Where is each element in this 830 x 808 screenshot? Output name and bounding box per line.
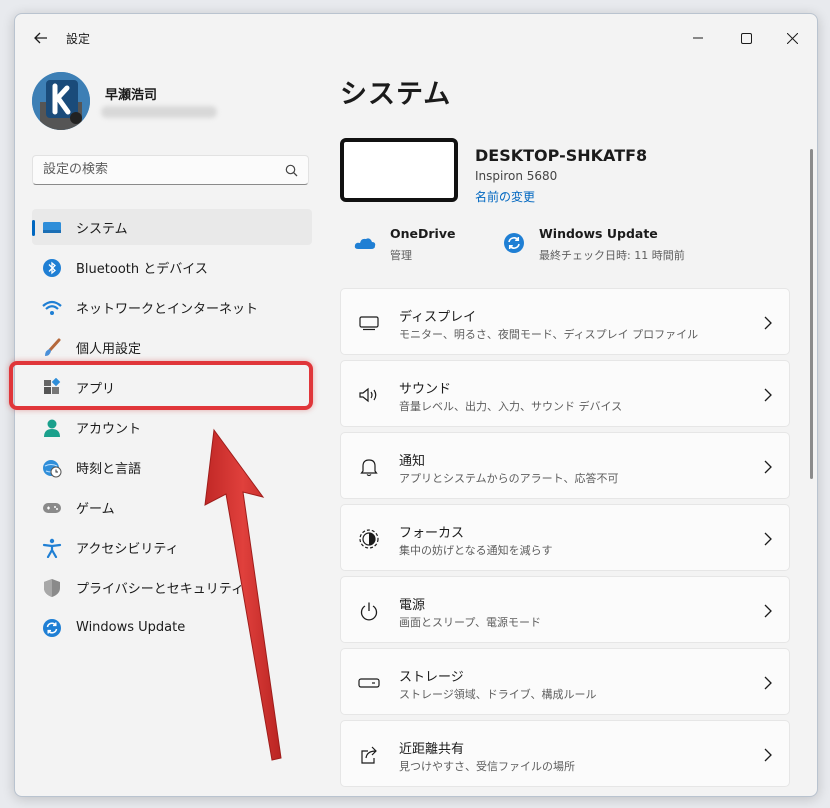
bluetooth-icon bbox=[42, 258, 62, 278]
card-title: ディスプレイ bbox=[399, 310, 477, 325]
sidebar-item-system[interactable]: システム bbox=[32, 209, 312, 245]
minimize-icon bbox=[693, 37, 703, 39]
chevron-right-icon bbox=[764, 604, 772, 618]
sidebar-nav: システム Bluetooth とデバイス ネットワークとインターネット 個人用設… bbox=[32, 209, 312, 649]
sidebar-item-label: アクセシビリティ bbox=[76, 541, 179, 557]
close-icon bbox=[786, 32, 798, 44]
device-model: Inspiron 5680 bbox=[475, 169, 558, 183]
card-title: フォーカス bbox=[399, 526, 465, 541]
title-bar: 設定 bbox=[15, 14, 817, 60]
onedrive-subtitle: 管理 bbox=[390, 249, 412, 262]
sidebar-item-accessibility[interactable]: アクセシビリティ bbox=[32, 529, 312, 565]
windows-update-quick-link[interactable]: Windows Update 最終チェック日時: 11 時間前 bbox=[503, 226, 733, 266]
card-focus[interactable]: フォーカス 集中の妨げとなる通知を減らす bbox=[340, 504, 790, 571]
device-name: DESKTOP-SHKATF8 bbox=[475, 146, 648, 165]
card-storage[interactable]: ストレージ ストレージ領域、ドライブ、構成ルール bbox=[340, 648, 790, 715]
brush-icon bbox=[42, 338, 62, 358]
rename-link[interactable]: 名前の変更 bbox=[475, 188, 535, 205]
chevron-right-icon bbox=[764, 748, 772, 762]
user-name: 早瀬浩司 bbox=[105, 88, 158, 103]
card-title: ストレージ bbox=[399, 670, 464, 685]
chevron-right-icon bbox=[764, 316, 772, 330]
card-power[interactable]: 電源 画面とスリープ、電源モード bbox=[340, 576, 790, 643]
sidebar-item-privacy[interactable]: プライバシーとセキュリティ bbox=[32, 569, 312, 605]
sidebar-item-personalization[interactable]: 個人用設定 bbox=[32, 329, 312, 365]
maximize-button[interactable] bbox=[726, 22, 766, 54]
sidebar-item-label: 時刻と言語 bbox=[76, 461, 142, 477]
sidebar-item-bluetooth[interactable]: Bluetooth とデバイス bbox=[32, 249, 312, 285]
window-title: 設定 bbox=[66, 32, 91, 46]
avatar[interactable] bbox=[32, 72, 90, 130]
gamepad-icon bbox=[42, 498, 62, 518]
sidebar-item-label: ゲーム bbox=[76, 501, 115, 517]
card-title: 通知 bbox=[399, 454, 426, 469]
card-subtitle: モニター、明るさ、夜間モード、ディスプレイ プロファイル bbox=[399, 328, 699, 341]
wifi-icon bbox=[42, 298, 62, 318]
close-button[interactable] bbox=[772, 22, 812, 54]
bell-icon bbox=[358, 456, 380, 478]
sidebar-item-label: Windows Update bbox=[76, 619, 186, 635]
card-subtitle: 見つけやすさ、受信ファイルの場所 bbox=[399, 760, 575, 773]
search-icon[interactable] bbox=[285, 164, 298, 177]
onedrive-quick-link[interactable]: OneDrive 管理 bbox=[354, 226, 494, 266]
onedrive-icon bbox=[354, 238, 376, 249]
minimize-button[interactable] bbox=[678, 22, 718, 54]
card-subtitle: 音量レベル、出力、入力、サウンド デバイス bbox=[399, 400, 623, 413]
sidebar-item-label: アカウント bbox=[76, 421, 142, 437]
account-icon bbox=[42, 418, 62, 438]
back-arrow-icon bbox=[34, 32, 47, 44]
storage-icon bbox=[358, 672, 380, 694]
speaker-icon bbox=[358, 384, 380, 406]
scrollbar[interactable] bbox=[810, 149, 813, 479]
chevron-right-icon bbox=[764, 532, 772, 546]
focus-icon bbox=[358, 528, 380, 550]
card-display[interactable]: ディスプレイ モニター、明るさ、夜間モード、ディスプレイ プロファイル bbox=[340, 288, 790, 355]
power-icon bbox=[358, 600, 380, 622]
user-email-blurred bbox=[101, 106, 217, 118]
search-box[interactable] bbox=[32, 155, 309, 185]
back-button[interactable] bbox=[30, 27, 52, 49]
sidebar-item-label: プライバシーとセキュリティ bbox=[76, 581, 244, 597]
chevron-right-icon bbox=[764, 676, 772, 690]
update-icon bbox=[42, 618, 62, 638]
onedrive-title: OneDrive bbox=[390, 226, 456, 241]
system-icon bbox=[42, 218, 62, 238]
sidebar-item-windows-update[interactable]: Windows Update bbox=[32, 609, 312, 645]
windows-update-subtitle: 最終チェック日時: 11 時間前 bbox=[539, 249, 685, 262]
avatar-logo-icon bbox=[32, 72, 90, 130]
card-subtitle: アプリとシステムからのアラート、応答不可 bbox=[399, 472, 619, 485]
shield-icon bbox=[42, 578, 62, 598]
share-icon bbox=[358, 744, 380, 766]
card-subtitle: 画面とスリープ、電源モード bbox=[399, 616, 542, 629]
accessibility-icon bbox=[42, 538, 62, 558]
card-sound[interactable]: サウンド 音量レベル、出力、入力、サウンド デバイス bbox=[340, 360, 790, 427]
search-input[interactable] bbox=[43, 162, 273, 177]
maximize-icon bbox=[740, 32, 752, 44]
settings-cards: ディスプレイ モニター、明るさ、夜間モード、ディスプレイ プロファイル サウンド… bbox=[340, 288, 790, 792]
card-title: 近距離共有 bbox=[399, 742, 465, 757]
card-title: サウンド bbox=[399, 382, 452, 397]
sidebar-item-label: ネットワークとインターネット bbox=[76, 301, 259, 317]
display-icon bbox=[358, 312, 380, 334]
globe-clock-icon bbox=[42, 458, 62, 478]
card-notifications[interactable]: 通知 アプリとシステムからのアラート、応答不可 bbox=[340, 432, 790, 499]
chevron-right-icon bbox=[764, 460, 772, 474]
page-title: システム bbox=[340, 79, 452, 110]
card-nearby-sharing[interactable]: 近距離共有 見つけやすさ、受信ファイルの場所 bbox=[340, 720, 790, 787]
card-title: 電源 bbox=[399, 598, 426, 613]
windows-update-title: Windows Update bbox=[539, 226, 658, 241]
update-icon bbox=[504, 233, 524, 253]
apps-highlight-box bbox=[9, 361, 313, 410]
card-subtitle: 集中の妨げとなる通知を減らす bbox=[399, 544, 553, 557]
chevron-right-icon bbox=[764, 388, 772, 402]
sidebar-item-label: Bluetooth とデバイス bbox=[76, 261, 208, 277]
sidebar-item-label: 個人用設定 bbox=[76, 341, 142, 357]
sidebar-item-label: システム bbox=[76, 221, 128, 237]
sidebar-item-network[interactable]: ネットワークとインターネット bbox=[32, 289, 312, 325]
sidebar-item-accounts[interactable]: アカウント bbox=[32, 409, 312, 445]
device-image bbox=[340, 138, 458, 202]
sidebar-item-gaming[interactable]: ゲーム bbox=[32, 489, 312, 525]
sidebar-item-time-language[interactable]: 時刻と言語 bbox=[32, 449, 312, 485]
card-subtitle: ストレージ領域、ドライブ、構成ルール bbox=[399, 688, 597, 701]
